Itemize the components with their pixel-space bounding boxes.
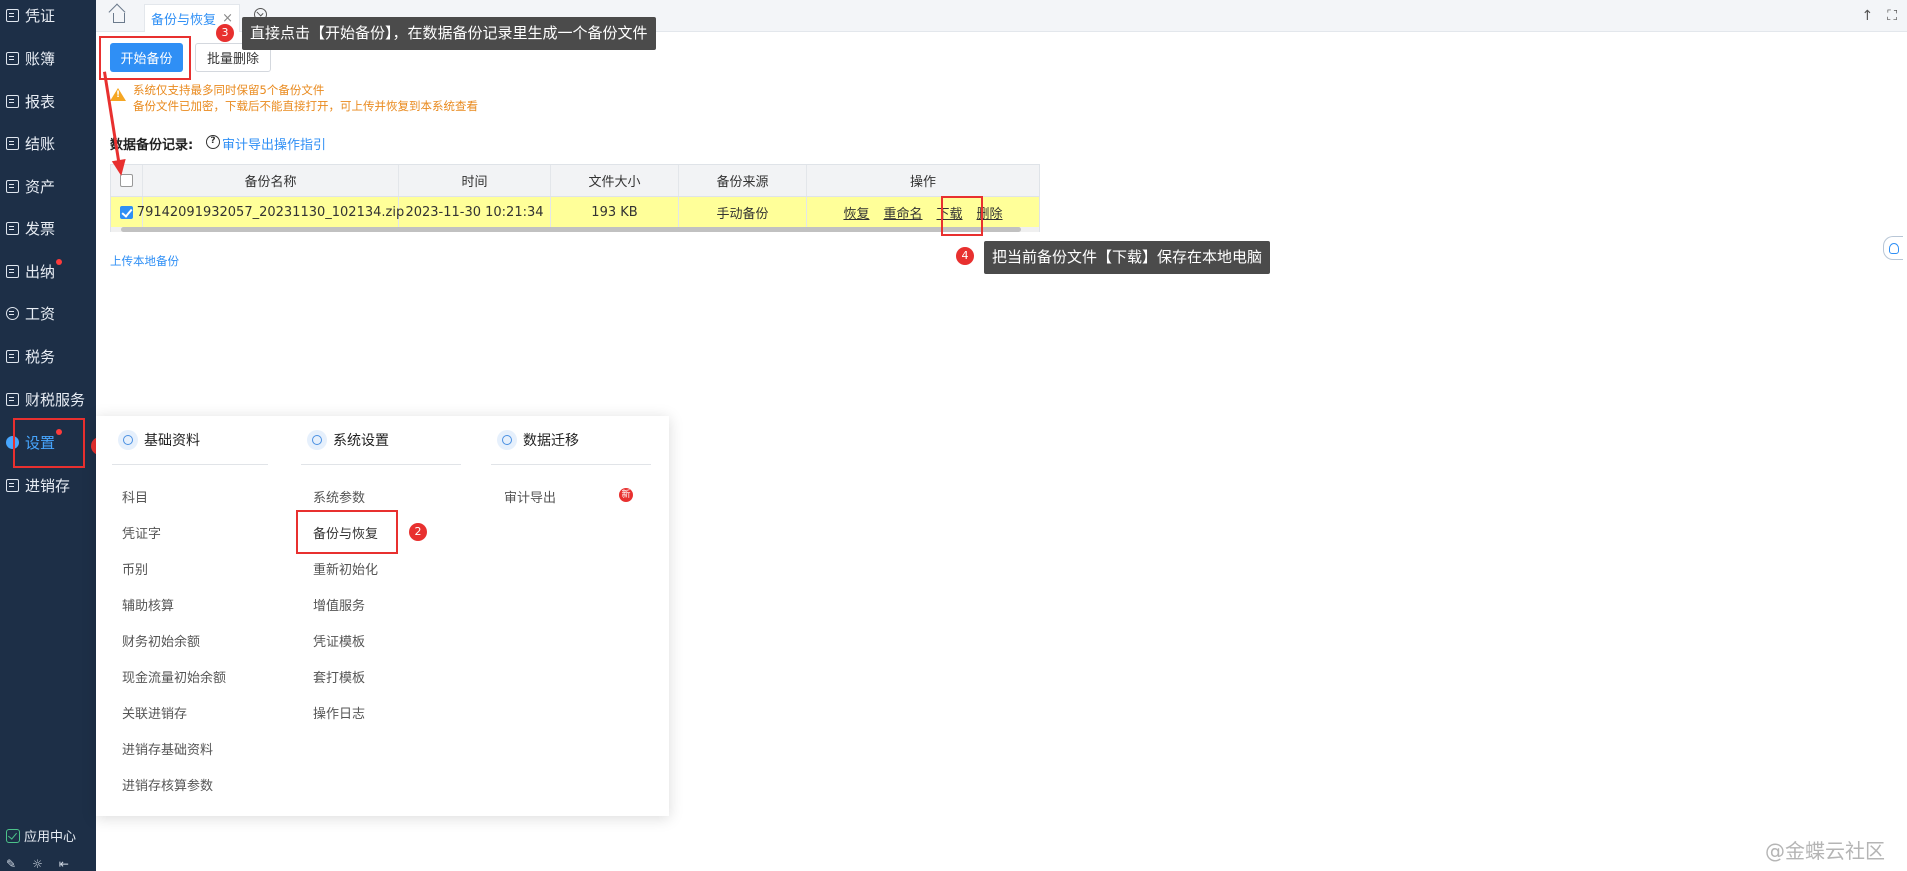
inventory-icon xyxy=(6,478,19,492)
home-icon xyxy=(113,13,125,23)
sidebar-item-tax[interactable]: 税务 xyxy=(0,341,96,371)
basic-data-icon xyxy=(118,430,138,450)
highlight-settings xyxy=(13,418,85,468)
column-system-settings-title: 系统设置 xyxy=(307,430,389,450)
upload-local-backup-link[interactable]: 上传本地备份 xyxy=(110,253,179,269)
fullscreen-icon[interactable]: ⛶ xyxy=(1887,8,1897,24)
sidebar-item-finance-service[interactable]: 财税服务 xyxy=(0,384,96,414)
help-guide-link[interactable]: 审计导出操作指引 xyxy=(222,134,326,153)
backup-records-table: 备份名称 时间 文件大小 备份来源 操作 79142091932057_2023… xyxy=(110,164,1040,232)
header-file-size: 文件大小 xyxy=(551,165,679,196)
cashier-notification-dot xyxy=(56,259,62,265)
sidebar-item-inventory[interactable]: 进销存 xyxy=(0,470,96,500)
column-divider xyxy=(301,464,461,465)
table-row: 79142091932057_20231130_102134.zip 2023-… xyxy=(111,197,1039,227)
cell-backup-name: 79142091932057_20231130_102134.zip xyxy=(137,197,404,227)
rename-link[interactable]: 重命名 xyxy=(883,203,922,222)
scrollbar-thumb[interactable] xyxy=(121,227,1021,232)
menu-item-currency[interactable]: 币别 xyxy=(122,559,148,578)
warning-icon xyxy=(110,88,126,101)
asset-icon xyxy=(6,179,19,193)
sidebar-item-report[interactable]: 报表 xyxy=(0,86,96,116)
step-4-badge: 4 xyxy=(956,247,974,265)
notice-line-2: 备份文件已加密，下载后不能直接打开，可上传并恢复到本系统查看 xyxy=(133,99,478,113)
watermark: @金蝶云社区 xyxy=(1765,839,1885,863)
menu-item-subject[interactable]: 科目 xyxy=(122,487,148,506)
home-tab[interactable] xyxy=(104,0,134,32)
sidebar-item-close-account[interactable]: 结账 xyxy=(0,128,96,158)
sidebar-item-voucher[interactable]: 凭证 xyxy=(0,0,96,30)
sidebar-item-ledger[interactable]: 账簿 xyxy=(0,43,96,73)
callout-step-4: 把当前备份文件【下载】保存在本地电脑 xyxy=(984,241,1271,274)
menu-item-audit-export[interactable]: 审计导出 xyxy=(504,487,556,506)
voucher-icon xyxy=(6,8,19,22)
menu-item-voucher-word[interactable]: 凭证字 xyxy=(122,523,161,542)
menu-item-inventory-costing-params[interactable]: 进销存核算参数 xyxy=(122,775,213,794)
close-account-icon xyxy=(6,136,19,150)
column-divider xyxy=(491,464,651,465)
highlight-start-backup xyxy=(99,36,191,80)
help-icon: ? xyxy=(206,135,220,149)
app-center-icon xyxy=(6,828,20,843)
window-controls: ↑ ⛶ xyxy=(1861,8,1897,24)
tax-icon xyxy=(6,349,19,363)
migration-icon xyxy=(497,430,517,450)
step-2-badge: 2 xyxy=(409,523,427,541)
cell-file-size: 193 KB xyxy=(551,197,679,227)
column-divider xyxy=(112,464,268,465)
brightness-icon[interactable]: ☼ xyxy=(32,857,43,871)
layers-icon xyxy=(307,430,327,450)
sidebar-item-asset[interactable]: 资产 xyxy=(0,171,96,201)
menu-item-linked-inventory[interactable]: 关联进销存 xyxy=(122,703,187,722)
salary-icon xyxy=(6,306,19,320)
menu-item-print-template[interactable]: 套打模板 xyxy=(313,667,365,686)
sidebar-item-invoice[interactable]: 发票 xyxy=(0,213,96,243)
restore-link[interactable]: 恢复 xyxy=(843,203,869,222)
menu-item-inventory-basic-data[interactable]: 进销存基础资料 xyxy=(122,739,213,758)
header-source: 备份来源 xyxy=(679,165,807,196)
new-badge: 新 xyxy=(619,488,633,502)
row-checkbox[interactable] xyxy=(120,205,133,219)
header-backup-name: 备份名称 xyxy=(143,165,399,196)
arrow-up-icon[interactable]: ↑ xyxy=(1861,8,1873,24)
menu-item-cashflow-initial-balance[interactable]: 现金流量初始余额 xyxy=(122,667,226,686)
header-time: 时间 xyxy=(399,165,551,196)
menu-item-initial-balance[interactable]: 财务初始余额 xyxy=(122,631,200,650)
sidebar-item-cashier[interactable]: 出纳 xyxy=(0,256,96,286)
report-icon xyxy=(6,94,19,108)
cell-source: 手动备份 xyxy=(679,197,807,227)
menu-item-value-added-service[interactable]: 增值服务 xyxy=(313,595,365,614)
ledger-icon xyxy=(6,51,19,65)
sidebar-item-salary[interactable]: 工资 xyxy=(0,298,96,328)
menu-item-operation-log[interactable]: 操作日志 xyxy=(313,703,365,722)
cell-time: 2023-11-30 10:21:34 xyxy=(399,197,551,227)
settings-popup-menu: 基础资料 系统设置 数据迁移 科目 凭证字 币别 辅助核算 财务初始余额 现金流… xyxy=(96,416,669,816)
sidebar-footer: ✎ ☼ ⇤ xyxy=(0,856,96,871)
app-center-button[interactable]: 应用中心 xyxy=(6,826,76,845)
annotation-arrow-head xyxy=(111,159,129,177)
collapse-icon[interactable]: ⇤ xyxy=(59,857,69,871)
highlight-backup-restore xyxy=(296,510,398,554)
table-header: 备份名称 时间 文件大小 备份来源 操作 xyxy=(111,165,1039,197)
menu-item-voucher-template[interactable]: 凭证模板 xyxy=(313,631,365,650)
step-3-badge: 3 xyxy=(216,24,234,42)
select-all-checkbox[interactable] xyxy=(120,174,133,187)
column-basic-data-title: 基础资料 xyxy=(118,430,200,450)
horizontal-scrollbar[interactable] xyxy=(111,227,1039,232)
edit-icon[interactable]: ✎ xyxy=(6,857,16,871)
header-actions: 操作 xyxy=(909,175,936,190)
callout-step-3: 直接点击【开始备份】，在数据备份记录里生成一个备份文件 xyxy=(242,17,656,50)
invoice-icon xyxy=(6,221,19,235)
menu-item-system-params[interactable]: 系统参数 xyxy=(313,487,365,506)
cashier-icon xyxy=(6,264,19,278)
records-label: 数据备份记录: xyxy=(110,138,194,153)
highlight-download xyxy=(941,196,983,236)
notice-line-1: 系统仅支持最多同时保留5个备份文件 xyxy=(133,83,325,97)
cell-actions: 恢复 重命名 下载 删除 xyxy=(807,197,1039,227)
menu-item-reinitialize[interactable]: 重新初始化 xyxy=(313,559,378,578)
column-data-migration-title: 数据迁移 xyxy=(497,430,579,450)
menu-item-auxiliary-accounting[interactable]: 辅助核算 xyxy=(122,595,174,614)
finance-service-icon xyxy=(6,392,19,406)
assistant-float-button[interactable] xyxy=(1883,236,1903,260)
